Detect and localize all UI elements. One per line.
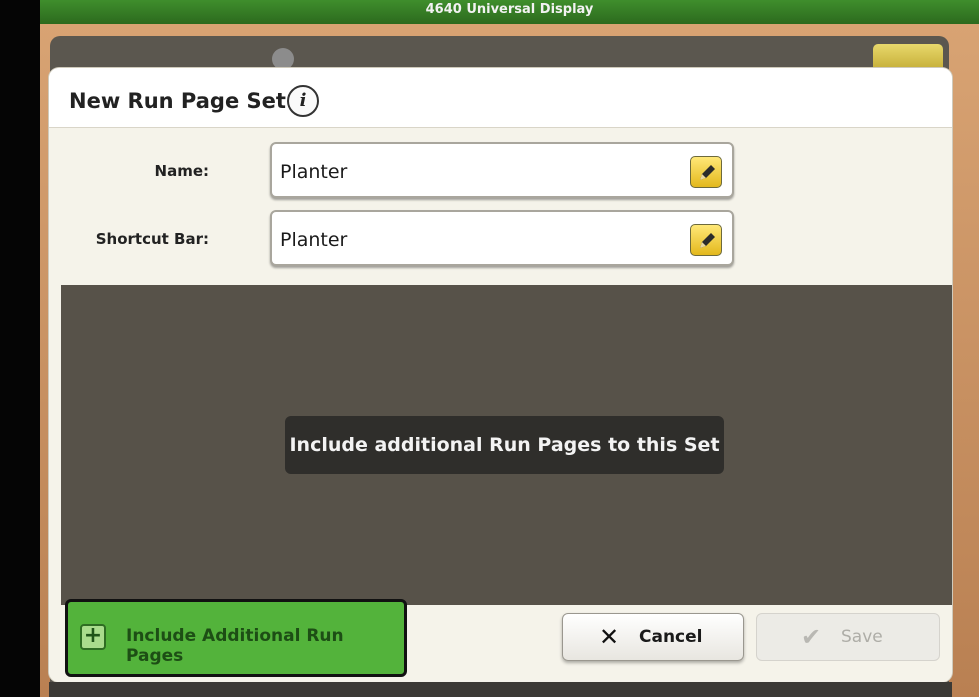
cancel-button-label: Cancel <box>639 627 703 647</box>
window-titlebar: 4640 Universal Display <box>40 0 979 24</box>
edit-shortcut-bar-button[interactable] <box>690 224 722 256</box>
include-additional-run-pages-button[interactable]: + Include Additional Run Pages <box>65 599 407 677</box>
left-bezel <box>0 0 40 697</box>
dialog-title: New Run Page Set <box>69 89 286 113</box>
info-icon[interactable]: i <box>287 85 319 117</box>
empty-state-message: Include additional Run Pages to this Set <box>285 416 724 474</box>
plus-icon: + <box>80 624 106 650</box>
cancel-button[interactable]: ✕ Cancel <box>562 613 744 661</box>
save-button-label: Save <box>841 627 883 647</box>
shortcut-bar-field[interactable]: Planter <box>270 210 734 266</box>
name-field[interactable]: Planter <box>270 142 734 198</box>
include-button-label: Include Additional Run Pages <box>126 626 344 666</box>
name-label: Name: <box>154 162 209 180</box>
edit-name-button[interactable] <box>690 156 722 188</box>
save-button[interactable]: ✔ Save <box>756 613 940 661</box>
check-icon: ✔ <box>801 623 822 651</box>
background-info-icon <box>272 48 294 70</box>
window-title: 4640 Universal Display <box>425 2 594 17</box>
x-icon: ✕ <box>599 623 620 651</box>
run-pages-area: Include additional Run Pages to this Set <box>61 285 952 605</box>
new-run-page-set-dialog: New Run Page Set i Name: Planter Shortcu… <box>49 68 952 682</box>
background-bottom-strip <box>49 682 952 697</box>
shortcut-bar-field-value: Planter <box>280 229 348 251</box>
pencil-icon <box>700 233 715 248</box>
dialog-header: New Run Page Set i <box>49 68 952 128</box>
shortcut-bar-label: Shortcut Bar: <box>95 230 209 248</box>
pencil-icon <box>700 165 715 180</box>
name-field-value: Planter <box>280 161 348 183</box>
